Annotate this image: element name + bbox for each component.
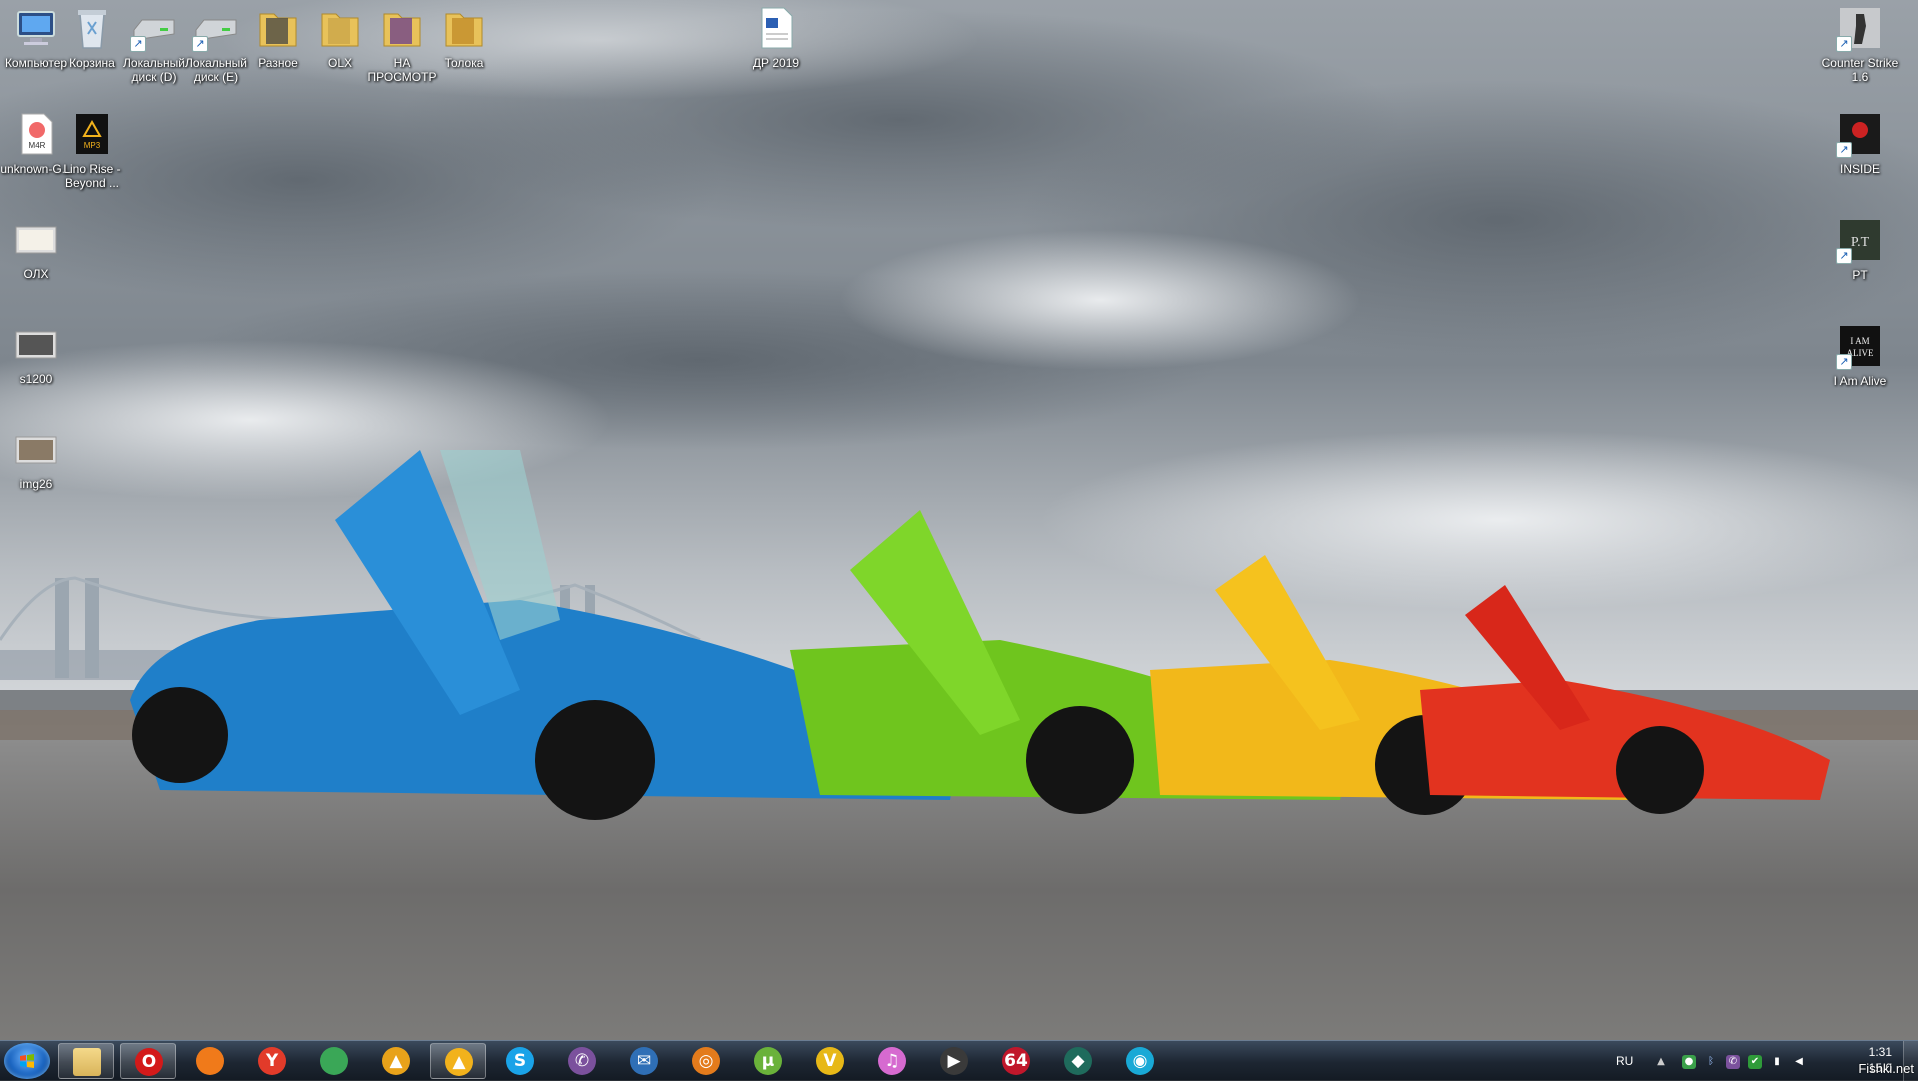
desktop-icon-label: ДР 2019 bbox=[752, 56, 800, 70]
explorer-icon bbox=[73, 1048, 101, 1076]
taskbar-button[interactable]: ◎ bbox=[678, 1043, 734, 1079]
drive-icon: ↗ bbox=[130, 4, 178, 52]
drive-icon: ↗ bbox=[192, 4, 240, 52]
taskbar-button[interactable]: ✉ bbox=[616, 1043, 672, 1079]
shortcut-arrow-icon: ↗ bbox=[1836, 248, 1852, 264]
taskbar-button[interactable] bbox=[182, 1043, 238, 1079]
firefox-icon bbox=[196, 1047, 224, 1075]
svg-text:I AM: I AM bbox=[1850, 336, 1869, 346]
bluetooth-icon[interactable]: ᛒ bbox=[1704, 1055, 1718, 1069]
shortcut-arrow-icon: ↗ bbox=[130, 36, 146, 52]
desktop-icon[interactable]: P.T ↗ PT bbox=[1820, 216, 1900, 282]
folder-icon bbox=[378, 4, 426, 52]
svg-text:P.T: P.T bbox=[1851, 235, 1870, 250]
desktop-icon-label: Lino Rise - Beyond ... bbox=[63, 162, 121, 190]
svg-text:M4R: M4R bbox=[29, 141, 46, 150]
viber-tray-icon[interactable]: ✆ bbox=[1726, 1055, 1740, 1069]
desktop-icon[interactable]: ↗ INSIDE bbox=[1820, 110, 1900, 176]
folder-icon bbox=[440, 4, 488, 52]
desktop-icon-label: PT bbox=[1852, 268, 1868, 282]
image-file-icon bbox=[12, 425, 60, 473]
aida64-icon: 64 bbox=[1002, 1047, 1030, 1075]
origin-icon: ◎ bbox=[692, 1047, 720, 1075]
desktop-icon[interactable]: img26 bbox=[0, 425, 76, 491]
taskbar-button[interactable]: ✆ bbox=[554, 1043, 610, 1079]
folder-icon bbox=[254, 4, 302, 52]
shortcut-arrow-icon: ↗ bbox=[192, 36, 208, 52]
folder-icon bbox=[316, 4, 364, 52]
itunes-icon: ♫ bbox=[878, 1047, 906, 1075]
mp3-file-icon: MP3 bbox=[68, 110, 116, 158]
playstation-icon: ▶ bbox=[940, 1047, 968, 1075]
desktop-icon-label: INSIDE bbox=[1839, 162, 1880, 176]
desktop-icon[interactable]: Толока bbox=[424, 4, 504, 70]
vectir-icon: V bbox=[816, 1047, 844, 1075]
taskbar-button[interactable]: ▲ bbox=[430, 1043, 486, 1079]
shortcut-arrow-icon: ↗ bbox=[1836, 36, 1852, 52]
desktop-icon-label: Толока bbox=[444, 56, 484, 70]
desktop-icon-label: s1200 bbox=[19, 372, 53, 386]
viber-icon: ✆ bbox=[568, 1047, 596, 1075]
show-hidden-icons-icon[interactable]: ▲ bbox=[1654, 1055, 1668, 1069]
word-document-icon bbox=[752, 4, 800, 52]
taskbar: O Y ▲ ▲ S ✆ ✉ ◎ µ V ♫ ▶ 64 ◆ ◉ RU ▲ ● ᛒ ✆ ✔ ▮ ◀ 1:31 1… bbox=[0, 1040, 1918, 1081]
language-indicator[interactable]: RU bbox=[1616, 1054, 1633, 1068]
shortcut-arrow-icon: ↗ bbox=[1836, 354, 1852, 370]
taskbar-button[interactable] bbox=[58, 1043, 114, 1079]
utorrent-icon: µ bbox=[754, 1047, 782, 1075]
taskbar-button[interactable]: ▲ bbox=[368, 1043, 424, 1079]
wallpaper-cars-image bbox=[0, 0, 1918, 1040]
taskbar-button[interactable]: Y bbox=[244, 1043, 300, 1079]
taskbar-button[interactable]: V bbox=[802, 1043, 858, 1079]
image-file-icon bbox=[12, 215, 60, 263]
svg-text:MP3: MP3 bbox=[84, 141, 101, 150]
wifi-hotspot-icon: ◉ bbox=[1126, 1047, 1154, 1075]
desktop-icon-label: Counter Strike 1.6 bbox=[1821, 56, 1899, 84]
green-tray-app-icon[interactable]: ● bbox=[1682, 1055, 1696, 1069]
taskbar-button[interactable]: ◉ bbox=[1112, 1043, 1168, 1079]
yandex-browser-icon: Y bbox=[258, 1047, 286, 1075]
clock-time[interactable]: 1:31 bbox=[1869, 1045, 1892, 1059]
chrome-icon bbox=[320, 1047, 348, 1075]
counter-strike-icon: ↗ bbox=[1836, 4, 1884, 52]
network-signal-icon[interactable]: ▮ bbox=[1770, 1055, 1784, 1069]
aimp-active-icon: ▲ bbox=[445, 1048, 473, 1076]
inside-game-icon: ↗ bbox=[1836, 110, 1884, 158]
recycle-bin-icon bbox=[68, 4, 116, 52]
desktop-icon-label: I Am Alive bbox=[1833, 374, 1887, 388]
desktop-icon[interactable]: ↗ Counter Strike 1.6 bbox=[1820, 4, 1900, 84]
volume-icon[interactable]: ◀ bbox=[1792, 1055, 1806, 1069]
taskbar-button[interactable]: S bbox=[492, 1043, 548, 1079]
opera-icon: O bbox=[135, 1048, 163, 1076]
desktop-wallpaper bbox=[0, 0, 1918, 1040]
shortcut-arrow-icon: ↗ bbox=[1836, 142, 1852, 158]
taskbar-button[interactable]: ▶ bbox=[926, 1043, 982, 1079]
image-file-icon bbox=[12, 320, 60, 368]
taskbar-button[interactable] bbox=[306, 1043, 362, 1079]
desktop-icon-label: ОЛХ bbox=[23, 267, 49, 281]
desktop-icon[interactable]: ДР 2019 bbox=[736, 4, 816, 70]
windows-logo-icon bbox=[20, 1054, 34, 1068]
skype-icon: S bbox=[506, 1047, 534, 1075]
taskbar-button[interactable]: ♫ bbox=[864, 1043, 920, 1079]
desktop-icon[interactable]: ОЛХ bbox=[0, 215, 76, 281]
thunderbird-icon: ✉ bbox=[630, 1047, 658, 1075]
taskbar-button[interactable]: O bbox=[120, 1043, 176, 1079]
taskbar-button[interactable]: µ bbox=[740, 1043, 796, 1079]
security-shield-icon[interactable]: ✔ bbox=[1748, 1055, 1762, 1069]
pt-game-icon: P.T ↗ bbox=[1836, 216, 1884, 264]
watermark-text: Fishki.net bbox=[1858, 1061, 1914, 1076]
aimp-icon: ▲ bbox=[382, 1047, 410, 1075]
desktop-icon[interactable]: s1200 bbox=[0, 320, 76, 386]
i-am-alive-game-icon: I AM ALIVE ↗ bbox=[1836, 322, 1884, 370]
taskbar-button[interactable]: 64 bbox=[988, 1043, 1044, 1079]
desktop-icon[interactable]: I AM ALIVE ↗ I Am Alive bbox=[1820, 322, 1900, 388]
desktop-icon[interactable]: MP3 Lino Rise - Beyond ... bbox=[52, 110, 132, 190]
desktop-icon-label: img26 bbox=[19, 477, 53, 491]
start-button[interactable] bbox=[4, 1043, 50, 1079]
taskbar-button[interactable]: ◆ bbox=[1050, 1043, 1106, 1079]
vpn-icon: ◆ bbox=[1064, 1047, 1092, 1075]
